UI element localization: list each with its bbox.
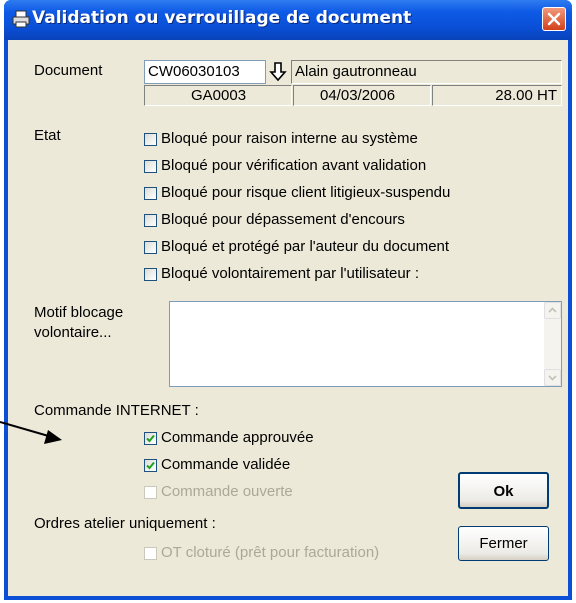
motif-scrollbar[interactable] xyxy=(544,302,561,386)
checkbox-label: OT cloturé (prêt pour facturation) xyxy=(161,544,380,561)
down-arrow-icon xyxy=(269,62,287,82)
checkbox[interactable] xyxy=(144,160,157,173)
checkbox-internal-block[interactable]: Bloqué pour raison interne au système xyxy=(144,130,544,150)
check-icon xyxy=(146,434,155,443)
checkbox-credit-limit-block[interactable]: Bloqué pour dépassement d'encours xyxy=(144,211,544,231)
checkbox-label: Bloqué volontairement par l'utilisateur … xyxy=(161,265,420,282)
chevron-up-icon xyxy=(548,307,557,313)
document-ref-field: GA0003 xyxy=(144,85,292,106)
ok-button[interactable]: Ok xyxy=(458,472,549,509)
checkbox[interactable] xyxy=(144,187,157,200)
motif-textarea[interactable] xyxy=(169,301,562,387)
checkbox[interactable] xyxy=(144,133,157,146)
title-bar[interactable]: Validation ou verrouillage de document xyxy=(4,0,572,40)
dialog-window: Validation ou verrouillage de document D… xyxy=(4,0,572,600)
window-title: Validation ou verrouillage de document xyxy=(32,8,412,28)
internet-label: Commande INTERNET : xyxy=(34,402,199,419)
checkbox[interactable] xyxy=(144,432,157,445)
checkbox xyxy=(144,486,157,499)
motif-label-line1: Motif blocage xyxy=(34,304,124,321)
document-code-field[interactable]: CW06030103 xyxy=(144,60,266,84)
checkbox-label: Bloqué pour raison interne au système xyxy=(161,130,418,147)
motif-label-line2: volontaire... xyxy=(34,324,112,341)
atelier-label: Ordres atelier uniquement : xyxy=(34,515,216,532)
document-label: Document xyxy=(34,62,103,79)
etat-label: Etat xyxy=(34,127,61,144)
checkbox-ot-closed: OT cloturé (prêt pour facturation) xyxy=(144,544,444,564)
checkbox-author-protected[interactable]: Bloqué et protégé par l'auteur du docume… xyxy=(144,238,544,258)
checkbox-label: Bloqué pour dépassement d'encours xyxy=(161,211,405,228)
checkbox-label: Commande ouverte xyxy=(161,483,293,500)
checkbox[interactable] xyxy=(144,459,157,472)
checkbox-user-block[interactable]: Bloqué volontairement par l'utilisateur … xyxy=(144,265,544,285)
close-window-button[interactable] xyxy=(542,7,566,31)
checkbox-label: Bloqué pour vérification avant validatio… xyxy=(161,157,427,174)
scroll-down-button[interactable] xyxy=(544,369,561,386)
document-amount-field: 28.00 HT xyxy=(432,85,562,106)
fermer-button[interactable]: Fermer xyxy=(458,526,549,561)
checkbox-verification-block[interactable]: Bloqué pour vérification avant validatio… xyxy=(144,157,544,177)
dialog-body: Document CW06030103 Alain gautronneau GA… xyxy=(8,40,568,596)
checkbox[interactable] xyxy=(144,268,157,281)
document-date-field: 04/03/2006 xyxy=(293,85,431,106)
checkbox[interactable] xyxy=(144,214,157,227)
checkbox-label: Bloqué pour risque client litigieux-susp… xyxy=(161,184,451,201)
checkbox-order-validated[interactable]: Commande validée xyxy=(144,456,404,476)
scroll-up-button[interactable] xyxy=(544,302,561,319)
checkbox[interactable] xyxy=(144,241,157,254)
checkbox-label: Commande approuvée xyxy=(161,429,314,446)
checkbox-client-risk-block[interactable]: Bloqué pour risque client litigieux-susp… xyxy=(144,184,544,204)
lookup-button[interactable] xyxy=(267,60,289,84)
check-icon xyxy=(146,461,155,470)
checkbox-order-approved[interactable]: Commande approuvée xyxy=(144,429,404,449)
checkbox xyxy=(144,547,157,560)
close-icon xyxy=(547,12,561,26)
client-name-field: Alain gautronneau xyxy=(291,60,562,84)
checkbox-label: Commande validée xyxy=(161,456,291,473)
printer-icon xyxy=(12,10,30,28)
checkbox-order-open: Commande ouverte xyxy=(144,483,404,503)
checkbox-label: Bloqué et protégé par l'auteur du docume… xyxy=(161,238,450,255)
chevron-down-icon xyxy=(548,375,557,381)
